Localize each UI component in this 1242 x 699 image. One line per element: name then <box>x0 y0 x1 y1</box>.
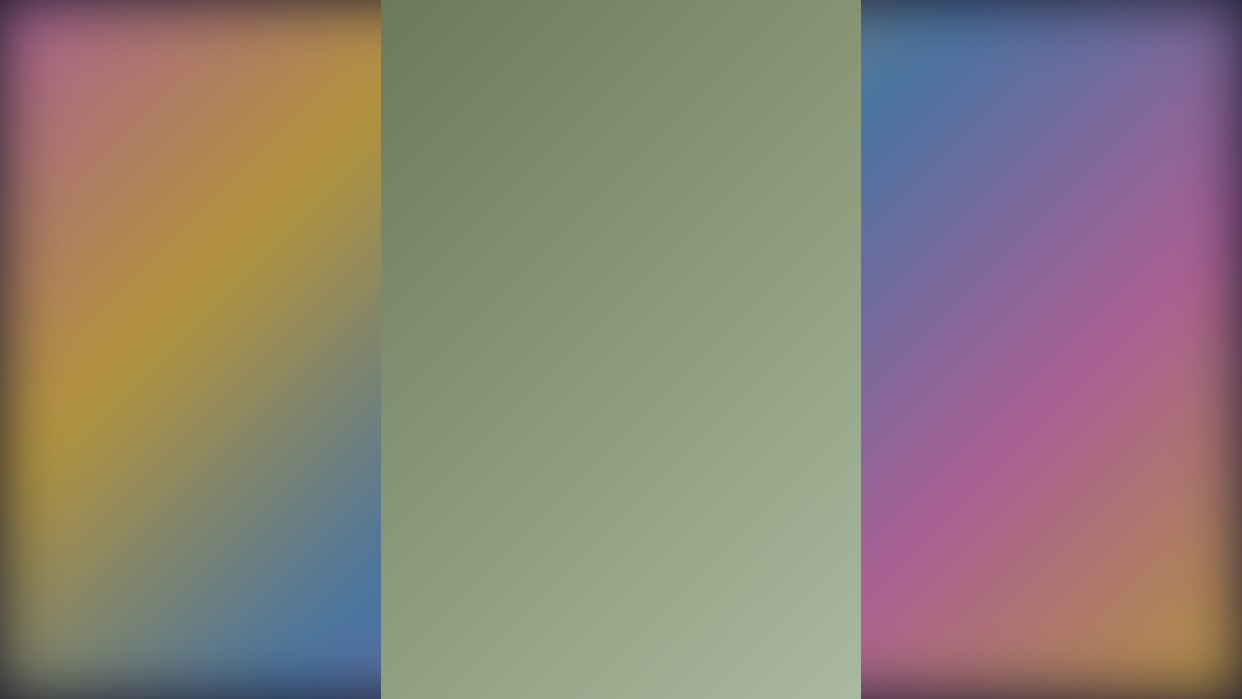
content-area: Auto Mosaic Try Now Simple Style Transit… <box>381 39 861 637</box>
partial-city-bg <box>626 569 849 619</box>
app-container: Demo Videos Auto Mosaic Try Now Simple S… <box>381 0 861 699</box>
card-partial-city[interactable] <box>626 569 849 619</box>
partial-row <box>393 569 849 619</box>
